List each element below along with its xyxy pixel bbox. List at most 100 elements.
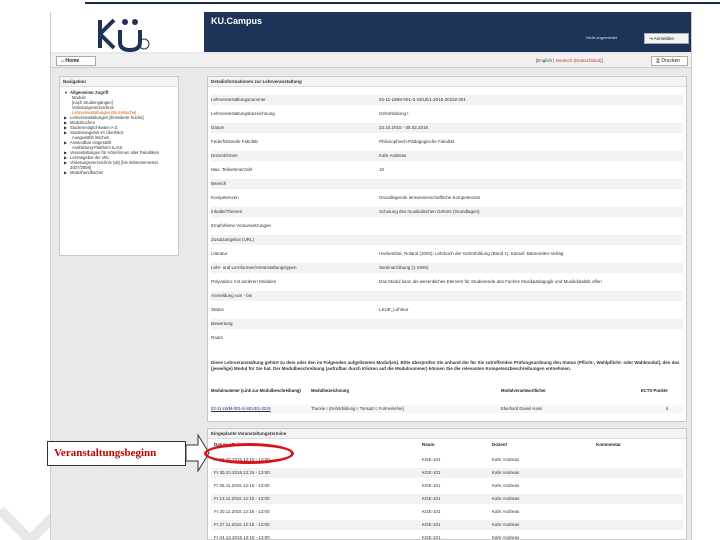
- module-ects: 6: [666, 406, 669, 411]
- detail-row: Anmeldung von - bis: [211, 291, 683, 301]
- schedule-room: KGE-101: [422, 496, 441, 501]
- detail-row: Status LKUE_Lehrkur: [211, 305, 683, 315]
- schedule-date: Fr 06.11.2015 12:15 - 13:00: [214, 483, 270, 488]
- detail-label: Dozent/innen: [211, 153, 238, 158]
- detail-row: Literatur Hackenthal, Roland (2000): Lehr…: [211, 249, 683, 259]
- schedule-lecturer: Kahr Andreas: [492, 496, 520, 501]
- schedule-col-room: Raum: [422, 442, 435, 447]
- schedule-room: KGE-101: [422, 457, 441, 462]
- schedule-date: Fr 20.11.2015 12:15 - 13:00: [214, 509, 270, 514]
- schedule-date: Fr 27.11.2015 12:15 - 13:00: [214, 522, 270, 527]
- detail-row: Bewertung: [211, 319, 683, 329]
- detail-label: Bewertung: [211, 321, 233, 326]
- schedule-room: KGE-101: [422, 483, 441, 488]
- presentation-slide: IN KU.Campus Nicht angemeldet ⇥ Anmelden…: [0, 0, 720, 540]
- detail-row: Lehrveranstaltungsnummer 02-11-LWM-001-S-…: [211, 95, 683, 105]
- login-status: Nicht angemeldet: [586, 35, 618, 40]
- nav-item-old-catalog[interactable]: ▶ Vorlesungsverzeichnis (alt) [bis Winter…: [64, 160, 176, 170]
- detail-row: Raum: [211, 333, 683, 343]
- language-switcher: [English | Deutsch (Deutschland)]: [536, 58, 603, 63]
- login-button[interactable]: ⇥ Anmelden: [644, 33, 689, 44]
- app-title: KU.Campus: [211, 16, 263, 26]
- course-detail-panel: Detailinformationen zur Lehrveranstaltun…: [207, 76, 687, 422]
- schedule-lecturer: Kahr Andreas: [492, 509, 520, 514]
- detail-value: LKUE_Lehrkur: [379, 307, 409, 312]
- schedule-row: Fr 27.11.2015 12:15 - 13:00 KGE-101 Kahr A…: [211, 520, 683, 530]
- schedule-room: KGE-101: [422, 470, 441, 475]
- detail-row: Empfohlene Voraussetzungen: [211, 221, 683, 231]
- detail-label: Bereich: [211, 181, 227, 186]
- module-col-ects: ECTS-Punkte: [641, 388, 668, 393]
- detail-value: 02-11-LWM-001-S-SEUE1-2015-20152.001: [379, 97, 466, 102]
- print-button[interactable]: ⎙ Drucken: [651, 56, 688, 66]
- detail-label: Literatur: [211, 251, 228, 256]
- detail-label: Lehr- und Lernformen/Veranstaltungstypen: [211, 265, 297, 270]
- detail-label: Federführende Fakultät: [211, 139, 258, 144]
- schedule-col-comment: Kommentar: [596, 442, 622, 447]
- highlight-circle: [204, 443, 294, 464]
- schedule-room: KGE-101: [422, 522, 441, 527]
- module-col-name: Modulbezeichnung: [311, 388, 349, 393]
- schedule-date: Fr 13.11.2015 12:15 - 13:00: [214, 496, 270, 501]
- schedule-row: Fr 13.11.2015 12:15 - 13:00 KGE-101 Kahr A…: [211, 494, 683, 504]
- detail-label: Max. Teilnehmerzahl: [211, 167, 253, 172]
- detail-label: Empfohlene Voraussetzungen: [211, 223, 272, 228]
- detail-row: Inhalte/Themen Schulung des musikalischen…: [211, 207, 683, 217]
- lang-german-link[interactable]: Deutsch (Deutschland): [556, 58, 602, 63]
- detail-value: Schulung des musikalischen Gehörs (Grund…: [379, 209, 480, 214]
- detail-row: Federführende Fakultät Philosophisch-Päda…: [211, 137, 683, 147]
- detail-value: Das Modul kann als wesentliches Element …: [379, 279, 602, 284]
- detail-row: Polyvalenz mit anderen Modulen Das Modul …: [211, 277, 683, 287]
- print-label: Drucken: [661, 58, 681, 64]
- detail-value: 10: [379, 167, 385, 172]
- detail-row: Datum 23.10.2015 - 05.02.2016: [211, 123, 683, 133]
- navigation-list: ▼ Allgemeiner Zugriff Module [nach Studie…: [60, 87, 178, 175]
- detail-label: Zusatzangebot (URL): [211, 237, 255, 242]
- schedule-lecturer: Kahr Andreas: [492, 522, 520, 527]
- schedule-row: Fr 04.12.2015 12:15 - 13:00 KGE-101 Kahr A…: [211, 533, 683, 540]
- nav-label: Modulhandbücher: [70, 170, 104, 175]
- detail-value: Kahr Andreas: [379, 153, 407, 158]
- nav-item-module-handbooks[interactable]: ▶ Modulhandbücher: [64, 170, 176, 175]
- ku-logo: [98, 18, 150, 52]
- module-notice: Diese Lehrveranstaltung gehört zu dem od…: [211, 360, 680, 371]
- module-row: 02-11-LWM-001-S-SEUE1-2015 Theorie I (Ge…: [211, 405, 683, 413]
- detail-label: Status: [211, 307, 224, 312]
- detail-row: Lehr- und Lernformen/Veranstaltungstypen…: [211, 263, 683, 273]
- login-label: Anmelden: [653, 36, 675, 41]
- schedule-row: Fr 06.11.2015 12:15 - 13:00 KGE-101 Kahr A…: [211, 481, 683, 491]
- schedule-lecturer: Kahr Andreas: [492, 535, 520, 540]
- detail-label: Datum: [211, 125, 225, 130]
- module-number-link[interactable]: 02-11-LWM-001-S-SEUE1-2015: [211, 406, 271, 411]
- detail-row: Lehrveranstaltungsbezeichnung Gehörbildun…: [211, 109, 683, 119]
- schedule-room: KGE-101: [422, 509, 441, 514]
- detail-label: Lehrveranstaltungsnummer: [211, 97, 266, 102]
- module-col-lead: Modulverantwortlicher: [501, 388, 546, 393]
- detail-value: Hackenthal, Roland (2000): Lehrbuch der …: [379, 251, 564, 256]
- nav-label: Vorlesungsverzeichnis (alt) [bis Winters…: [70, 160, 159, 170]
- detail-label: Anmeldung von - bis: [211, 293, 253, 298]
- detail-row: Max. Teilnehmerzahl 10: [211, 165, 683, 175]
- detail-label: Inhalte/Themen: [211, 209, 243, 214]
- schedule-lecturer: Kahr Andreas: [492, 483, 520, 488]
- schedule-row: Fr 30.10.2015 12:15 - 13:00 KGE-101 Kahr A…: [211, 468, 683, 478]
- detail-value: Seminar/Übung (1 SWS): [379, 265, 429, 270]
- detail-title: Detailinformationen zur Lehrveranstaltun…: [208, 77, 686, 87]
- lang-english-link[interactable]: English: [537, 58, 552, 63]
- home-button[interactable]: ⌂ Home: [56, 56, 96, 66]
- page-header: KU.Campus Nicht angemeldet ⇥ Anmelden: [51, 12, 691, 52]
- navigation-panel: Navigation ▼ Allgemeiner Zugriff Module […: [59, 76, 179, 256]
- detail-row: Bereich: [211, 179, 683, 189]
- detail-value: Gehörbildung I: [379, 111, 409, 116]
- detail-value: Philosophisch-Pädagogische Fakultät: [379, 139, 455, 144]
- schedule-lecturer: Kahr Andreas: [492, 470, 520, 475]
- module-col-number: Modulnummer (Link zur Modulbeschreibung): [211, 388, 301, 393]
- annotation-label: Veranstaltungsbeginn: [47, 441, 186, 466]
- schedule-title: Eingeplante Veranstaltungstermine: [208, 429, 686, 439]
- schedule-row: Fr 20.11.2015 12:15 - 13:00 KGE-101 Kahr A…: [211, 507, 683, 517]
- top-rule: [85, 2, 720, 4]
- module-lead: Eberhard Daniel Hans: [501, 406, 543, 411]
- detail-label: Polyvalenz mit anderen Modulen: [211, 279, 277, 284]
- schedule-lecturer: Kahr Andreas: [492, 457, 520, 462]
- navigation-title: Navigation: [60, 77, 178, 87]
